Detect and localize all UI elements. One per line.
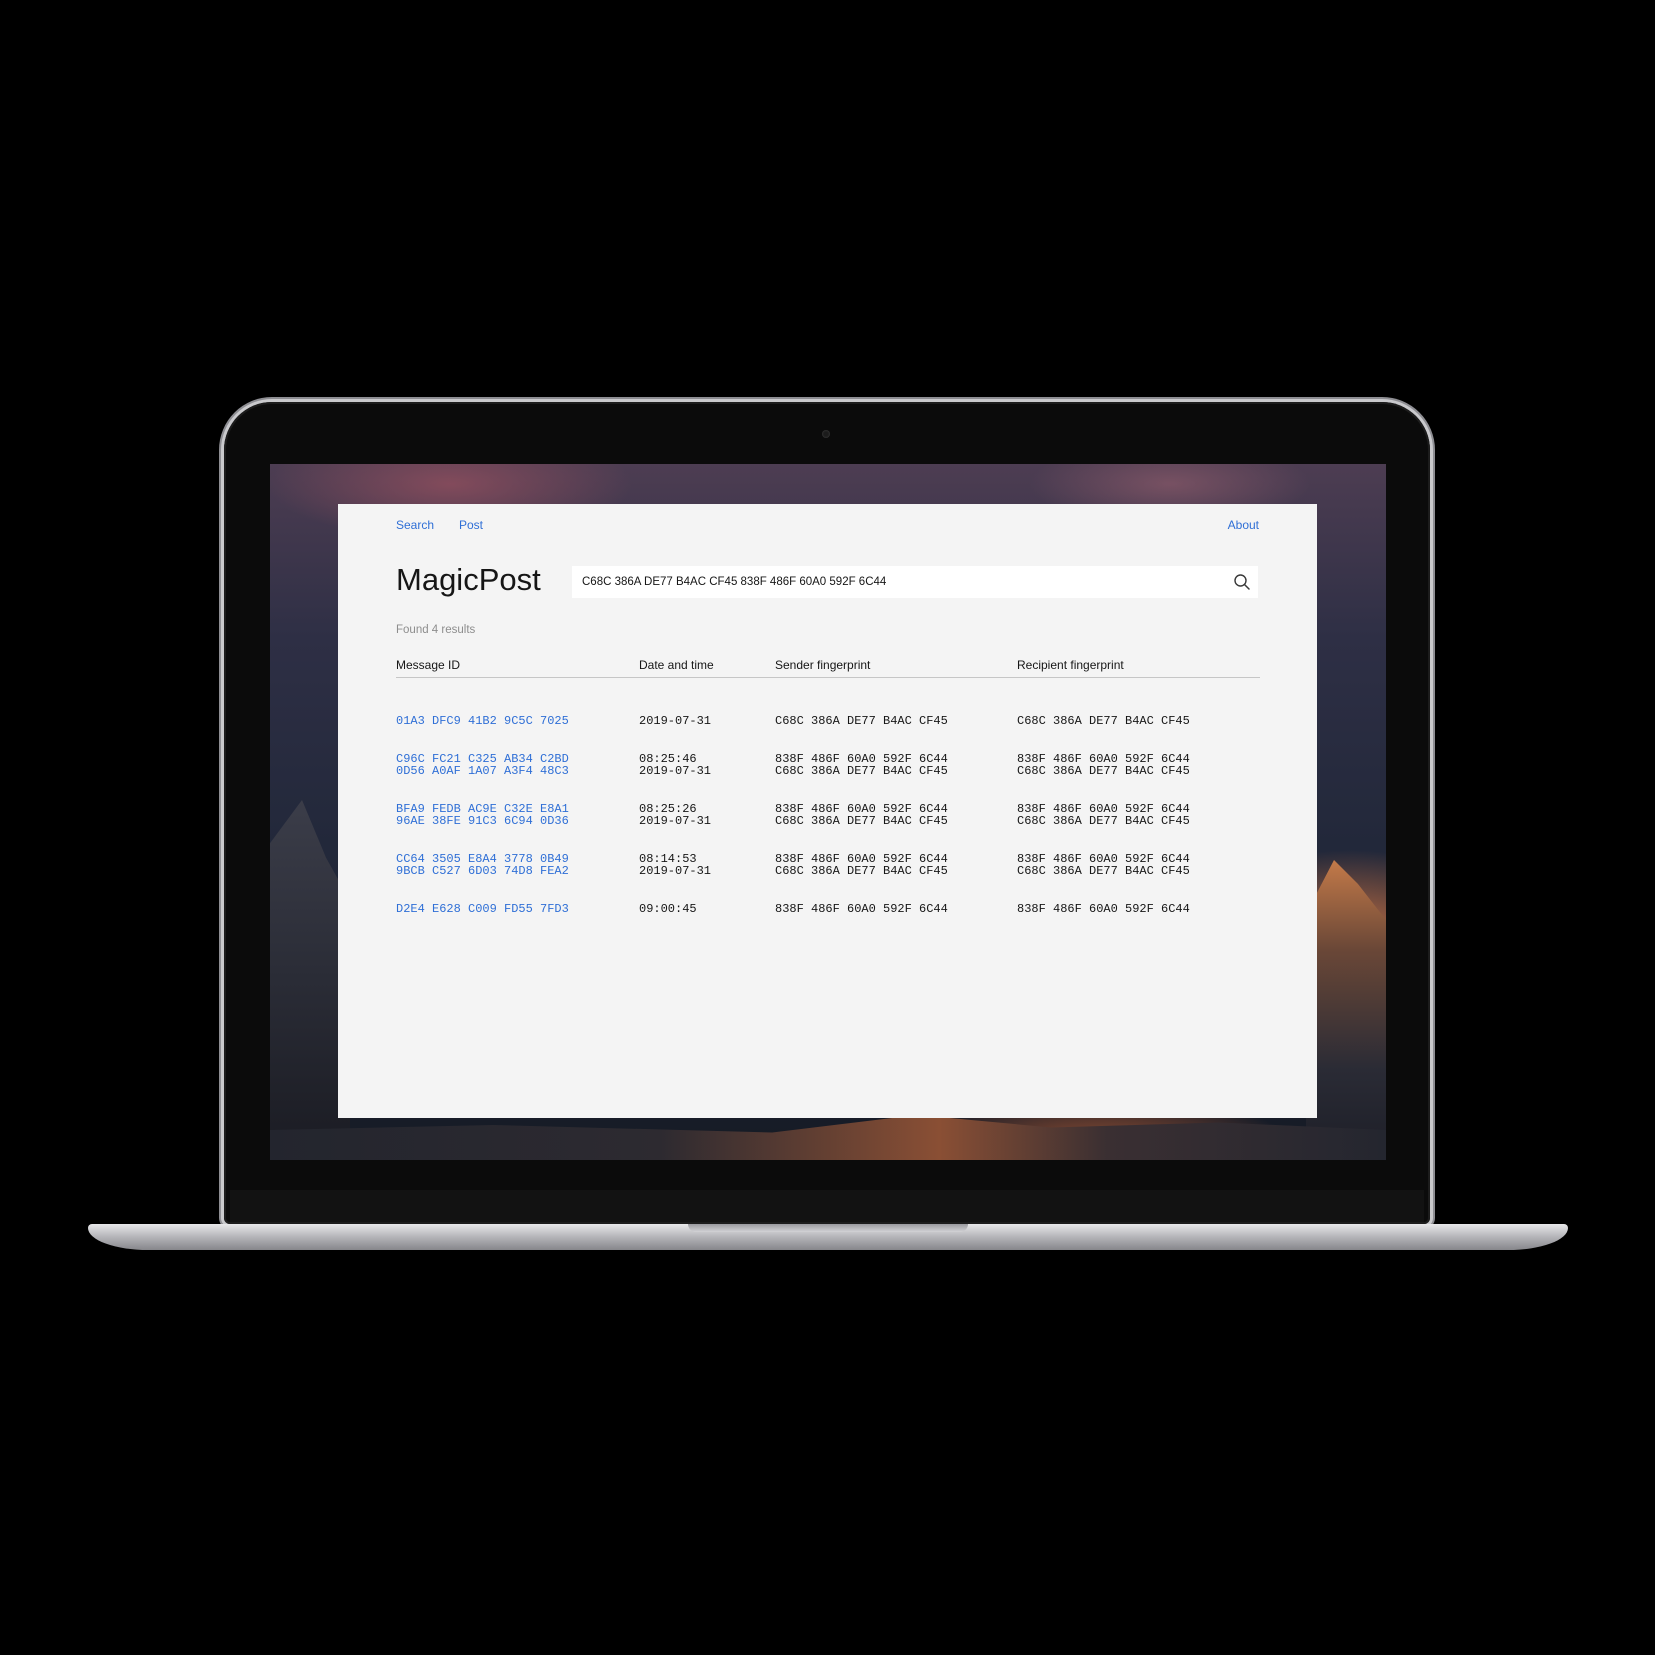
fingerprint-line: 838F 486F 60A0 592F 6C44	[1017, 901, 1190, 916]
nav-link-post[interactable]: Post	[459, 518, 483, 532]
recipient-fingerprint-cell: C68C 386A DE77 B4AC CF45 838F 486F 60A0 …	[1017, 840, 1217, 940]
results-table: Message ID Date and time Sender fingerpr…	[396, 650, 1260, 915]
fingerprint-line: C68C 386A DE77 B4AC CF45	[775, 864, 948, 878]
webcam	[822, 430, 830, 438]
search-icon	[1234, 574, 1250, 590]
search-bar	[572, 566, 1258, 598]
table-row: 01A3 DFC9 41B2 9C5C 7025 C96C FC21 C325 …	[396, 690, 1260, 765]
message-id-line: D2E4 E628 C009 FD55 7FD3	[396, 901, 569, 916]
laptop-opening-notch	[688, 1224, 968, 1232]
sender-fingerprint-cell: C68C 386A DE77 B4AC CF45 838F 486F 60A0 …	[775, 840, 975, 940]
fingerprint-line: C68C 386A DE77 B4AC CF45	[775, 764, 948, 778]
message-id-line: 01A3 DFC9 41B2 9C5C 7025	[396, 714, 569, 728]
result-count: Found 4 results	[396, 624, 476, 636]
message-id-line: 96AE 38FE 91C3 6C94 0D36	[396, 814, 569, 828]
column-header-sender: Sender fingerprint	[775, 658, 871, 672]
column-header-recipient: Recipient fingerprint	[1017, 658, 1124, 672]
table-header: Message ID Date and time Sender fingerpr…	[396, 650, 1260, 678]
nav-link-about[interactable]: About	[1228, 518, 1259, 532]
search-input[interactable]	[572, 566, 1222, 598]
fingerprint-line: C68C 386A DE77 B4AC CF45	[775, 814, 948, 828]
table-row: 96AE 38FE 91C3 6C94 0D36 CC64 3505 E8A4 …	[396, 790, 1260, 865]
fingerprint-line: C68C 386A DE77 B4AC CF45	[1017, 864, 1190, 878]
fingerprint-line: C68C 386A DE77 B4AC CF45	[1017, 814, 1190, 828]
app-window: Search Post About MagicPost Found 4 resu…	[338, 504, 1317, 1118]
column-header-date-time: Date and time	[639, 658, 714, 672]
fingerprint-line: 838F 486F 60A0 592F 6C44	[775, 901, 948, 916]
fingerprint-line: C68C 386A DE77 B4AC CF45	[1017, 764, 1190, 778]
fingerprint-line: C68C 386A DE77 B4AC CF45	[775, 714, 948, 728]
table-row: 9BCB C527 6D03 74D8 FEA2 D2E4 E628 C009 …	[396, 840, 1260, 915]
nav-link-search[interactable]: Search	[396, 518, 434, 532]
column-header-message-id: Message ID	[396, 658, 461, 672]
wallpaper-mountain-right	[1306, 860, 1386, 1160]
search-button[interactable]	[1232, 572, 1252, 592]
app-title: MagicPost	[396, 562, 541, 597]
table-row: 0D56 A0AF 1A07 A3F4 48C3 BFA9 FEDB AC9E …	[396, 740, 1260, 815]
message-id-line: 9BCB C527 6D03 74D8 FEA2	[396, 864, 569, 878]
message-id-link[interactable]: 9BCB C527 6D03 74D8 FEA2 D2E4 E628 C009 …	[396, 840, 596, 940]
message-id-line: 0D56 A0AF 1A07 A3F4 48C3	[396, 764, 569, 778]
fingerprint-line: C68C 386A DE77 B4AC CF45	[1017, 714, 1190, 728]
screen-bezel-bottom	[230, 1190, 1424, 1222]
top-nav: Search Post About	[396, 518, 1259, 538]
